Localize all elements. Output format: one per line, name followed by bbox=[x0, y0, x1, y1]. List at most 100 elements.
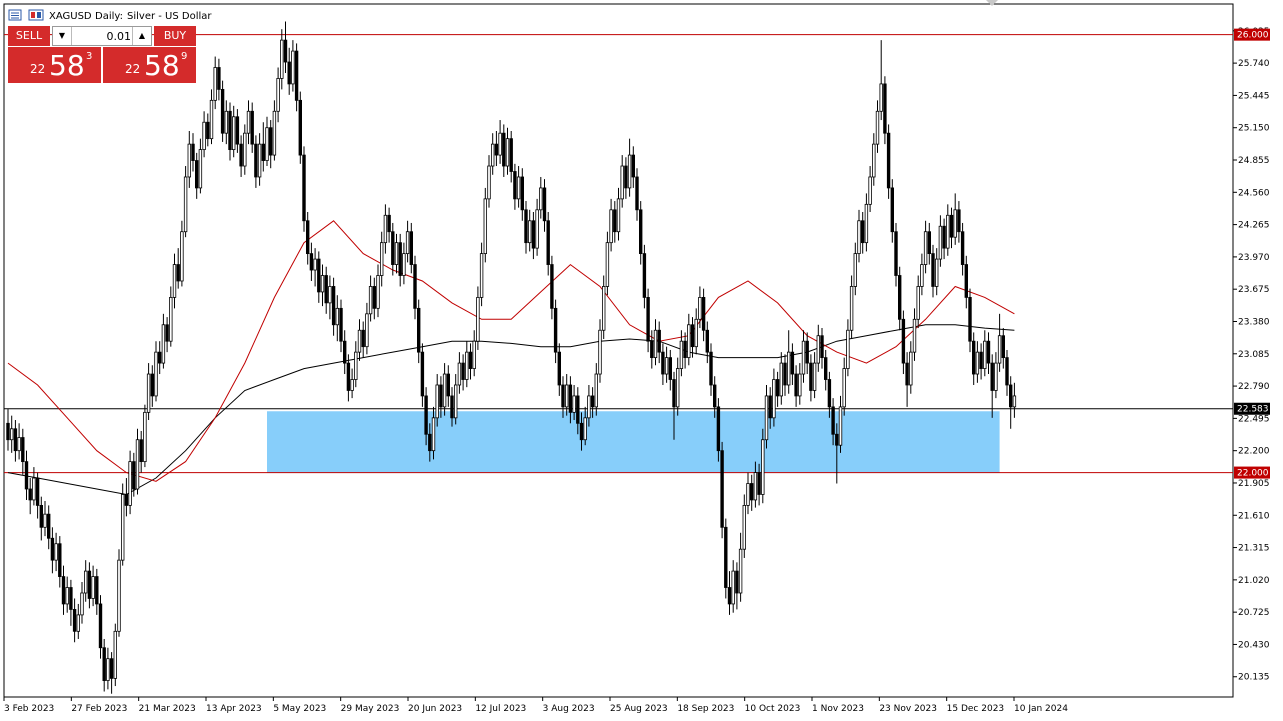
candle-body bbox=[783, 362, 787, 386]
y-tick-label: 22.200 bbox=[1238, 447, 1270, 457]
candle-body bbox=[657, 329, 661, 353]
x-tick-label: 25 Aug 2023 bbox=[610, 704, 668, 714]
candle-body bbox=[435, 384, 439, 419]
candle-body bbox=[13, 428, 18, 452]
lot-increase-icon[interactable]: ▲ bbox=[132, 27, 151, 45]
candle-body bbox=[742, 505, 746, 550]
y-tick-label: 23.380 bbox=[1238, 317, 1270, 327]
buy-button[interactable]: BUY bbox=[154, 26, 196, 46]
y-tick-label: 24.560 bbox=[1238, 188, 1270, 198]
candle-body bbox=[868, 176, 872, 205]
candle-body bbox=[250, 110, 254, 145]
candle-body bbox=[557, 351, 561, 386]
candle bbox=[761, 428, 765, 504]
candle-body bbox=[550, 264, 554, 309]
candle-body bbox=[835, 433, 839, 446]
candle-body bbox=[61, 576, 66, 605]
support-zone-layer bbox=[267, 411, 1000, 473]
candle-body bbox=[198, 149, 203, 189]
price-chart[interactable]: 26.03525.74025.44525.15024.85524.56024.2… bbox=[0, 0, 1283, 721]
candle-body bbox=[938, 225, 943, 260]
candle-body bbox=[587, 395, 591, 419]
y-tick-label: 23.675 bbox=[1238, 285, 1270, 295]
candle-body bbox=[653, 329, 658, 359]
candle-body bbox=[853, 253, 857, 287]
lot-size-stepper[interactable]: ▼ ▲ bbox=[52, 26, 152, 46]
x-tick-label: 21 Mar 2023 bbox=[139, 704, 196, 714]
candle-body bbox=[187, 143, 191, 178]
chart-menu-icon[interactable] bbox=[8, 9, 22, 21]
lot-dropdown-icon[interactable]: ▼ bbox=[53, 27, 72, 45]
candle-body bbox=[761, 439, 765, 495]
time-axis[interactable]: 3 Feb 2023 27 Feb 2023 21 Mar 2023 13 Apr 2… bbox=[3, 697, 1068, 714]
candle-body bbox=[194, 160, 199, 189]
candle-body bbox=[905, 362, 909, 386]
candle-body bbox=[413, 264, 417, 309]
candle-body bbox=[283, 39, 288, 63]
candle-body bbox=[668, 357, 672, 380]
candle-body bbox=[95, 576, 99, 605]
sell-button[interactable]: SELL bbox=[8, 26, 50, 46]
lot-size-input[interactable] bbox=[73, 27, 131, 45]
y-tick-label: 23.970 bbox=[1238, 253, 1270, 263]
candle-body bbox=[605, 242, 610, 287]
candle-body bbox=[528, 220, 532, 244]
x-tick-label: 20 Jun 2023 bbox=[408, 704, 462, 714]
candle-body bbox=[849, 286, 854, 331]
candle-body bbox=[35, 477, 40, 506]
candle-body bbox=[39, 505, 43, 528]
candle-body bbox=[794, 373, 798, 397]
candle-body bbox=[54, 543, 58, 561]
candle-body bbox=[483, 198, 487, 255]
candle-body bbox=[613, 209, 617, 233]
candle-body bbox=[65, 587, 69, 605]
candle-body bbox=[502, 132, 506, 167]
candle-body bbox=[701, 297, 706, 331]
candle-body bbox=[872, 143, 876, 178]
y-tick-label: 22.790 bbox=[1238, 382, 1270, 392]
candle-body bbox=[920, 264, 924, 287]
candle-body bbox=[335, 307, 339, 326]
candle bbox=[220, 80, 225, 142]
candle-body bbox=[535, 209, 539, 249]
candle-body bbox=[1005, 357, 1009, 386]
candle-body bbox=[442, 373, 447, 408]
level-price-badge: 22.000 bbox=[1234, 466, 1270, 479]
candle bbox=[483, 187, 487, 263]
candle-body bbox=[213, 67, 217, 101]
candle-body bbox=[391, 231, 395, 265]
candle-body bbox=[294, 50, 299, 101]
candle bbox=[183, 166, 188, 238]
y-tick-label: 20.725 bbox=[1238, 608, 1270, 618]
candle-body bbox=[687, 324, 691, 359]
candle-body bbox=[354, 351, 358, 380]
candle-body bbox=[376, 275, 380, 309]
candle-body bbox=[291, 50, 295, 85]
candle-body bbox=[620, 165, 624, 200]
candle-body bbox=[960, 231, 965, 265]
candle-body bbox=[997, 335, 1002, 364]
candle-body bbox=[372, 286, 376, 309]
candle-body bbox=[916, 286, 920, 320]
candle-body bbox=[346, 362, 351, 391]
candle-body bbox=[265, 127, 269, 161]
sell-price-button[interactable]: 22 58 3 bbox=[8, 47, 101, 83]
candle-body bbox=[931, 253, 935, 287]
buy-price-button[interactable]: 22 58 9 bbox=[103, 47, 196, 83]
candle-body bbox=[594, 373, 598, 408]
candle-body bbox=[590, 395, 595, 408]
candle-body bbox=[132, 461, 136, 490]
candle-body bbox=[487, 165, 491, 200]
current-price-label: 22.583 bbox=[1237, 405, 1269, 415]
candle-body bbox=[975, 351, 980, 375]
price-axis[interactable]: 26.03525.74025.44525.15024.85524.56024.2… bbox=[1233, 27, 1270, 683]
candle-body bbox=[161, 324, 166, 364]
candle-body bbox=[768, 395, 772, 419]
candle bbox=[113, 623, 117, 687]
candle-body bbox=[775, 379, 780, 397]
chart-title-symbol: XAGUSD bbox=[49, 11, 92, 22]
candle-body bbox=[642, 253, 647, 298]
candle-body bbox=[72, 609, 77, 632]
x-tick-label: 15 Dec 2023 bbox=[947, 704, 1005, 714]
candle-body bbox=[505, 138, 510, 167]
